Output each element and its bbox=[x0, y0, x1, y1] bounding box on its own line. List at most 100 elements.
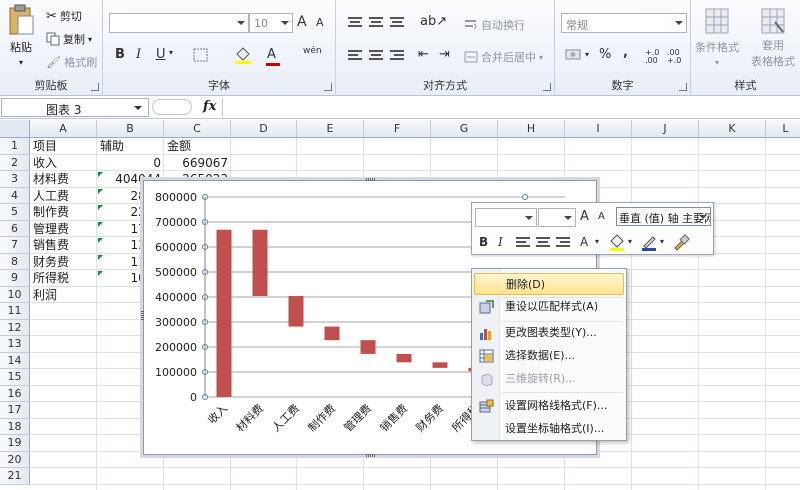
comma-button[interactable]: , bbox=[623, 45, 628, 60]
conditional-format-button[interactable]: 条件格式 ▾ bbox=[695, 6, 739, 67]
cell-a10[interactable]: 利润 bbox=[33, 287, 94, 304]
mini-font-color-button[interactable]: A bbox=[580, 235, 588, 249]
chevron-down-icon[interactable] bbox=[134, 106, 142, 110]
column-header-d[interactable]: D bbox=[231, 120, 297, 138]
row-header-3[interactable]: 3 bbox=[0, 171, 30, 188]
font-size-combo[interactable]: 10 bbox=[249, 13, 293, 33]
menu-item-change-chart-type[interactable]: 更改图表类型(Y)... bbox=[474, 322, 624, 344]
column-header-g[interactable]: G bbox=[431, 120, 498, 138]
row-header-1[interactable]: 1 bbox=[0, 138, 30, 155]
cell-a3[interactable]: 材料费 bbox=[33, 171, 94, 188]
number-format-combo[interactable]: 常规 bbox=[561, 13, 687, 33]
row-header-17[interactable]: 17 bbox=[0, 402, 30, 419]
italic-button[interactable]: I bbox=[136, 47, 141, 62]
row-header-19[interactable]: 19 bbox=[0, 435, 30, 452]
column-header-a[interactable]: A bbox=[30, 120, 97, 138]
row-header-20[interactable]: 20 bbox=[0, 451, 30, 468]
row-header-14[interactable]: 14 bbox=[0, 352, 30, 369]
align-top-icon[interactable] bbox=[348, 17, 362, 29]
phonetic-button[interactable]: wén bbox=[303, 46, 322, 56]
column-header-h[interactable]: H bbox=[498, 120, 565, 138]
column-header-l[interactable]: L bbox=[766, 120, 800, 138]
shrink-font-button[interactable]: A bbox=[316, 16, 324, 29]
increase-indent-icon[interactable]: ⇥ bbox=[439, 47, 450, 62]
decrease-indent-icon[interactable]: ⇤ bbox=[418, 47, 429, 62]
number-launcher-icon[interactable] bbox=[679, 83, 687, 91]
column-header-c[interactable]: C bbox=[164, 120, 231, 138]
row-header-8[interactable]: 8 bbox=[0, 253, 30, 270]
cell-b2[interactable]: 0 bbox=[100, 155, 161, 172]
clipboard-launcher-icon[interactable] bbox=[91, 83, 99, 91]
mini-outline-icon[interactable] bbox=[640, 234, 658, 251]
merge-center-button[interactable]: 合并后居中 ▾ bbox=[464, 49, 543, 65]
row-header-2[interactable]: 2 bbox=[0, 154, 30, 171]
align-right-icon[interactable] bbox=[390, 50, 404, 62]
row-header-6[interactable]: 6 bbox=[0, 220, 30, 237]
cell-a1[interactable]: 项目 bbox=[33, 138, 94, 155]
mini-font-name-combo[interactable] bbox=[475, 208, 537, 227]
mini-align-left-icon[interactable] bbox=[516, 237, 530, 249]
increase-decimal-button[interactable]: +.0 .00 bbox=[645, 49, 665, 65]
font-launcher-icon[interactable] bbox=[324, 83, 332, 91]
bold-button[interactable]: B bbox=[115, 47, 125, 62]
mini-font-size-combo[interactable] bbox=[538, 208, 576, 227]
align-bottom-icon[interactable] bbox=[390, 17, 404, 29]
column-header-j[interactable]: J bbox=[632, 120, 699, 138]
format-as-table-button[interactable]: 套用 表格格式 bbox=[751, 6, 795, 68]
column-header-f[interactable]: F bbox=[364, 120, 431, 138]
row-header-7[interactable]: 7 bbox=[0, 237, 30, 254]
cell-a8[interactable]: 财务费 bbox=[33, 254, 94, 271]
currency-dropdown-icon[interactable]: ▾ bbox=[585, 50, 589, 59]
row-header-9[interactable]: 9 bbox=[0, 270, 30, 287]
formula-input[interactable] bbox=[222, 98, 800, 117]
name-box[interactable]: 图表 3 bbox=[1, 98, 149, 117]
formula-bar-splitter[interactable] bbox=[152, 99, 192, 115]
cell-b1[interactable]: 辅助 bbox=[100, 138, 161, 155]
alignment-launcher-icon[interactable] bbox=[543, 83, 551, 91]
orientation-icon[interactable]: ab↗ bbox=[420, 14, 447, 29]
mini-italic-button[interactable]: I bbox=[498, 235, 503, 249]
cell-a5[interactable]: 制作费 bbox=[33, 204, 94, 221]
align-middle-icon[interactable] bbox=[369, 17, 383, 29]
currency-icon[interactable] bbox=[565, 47, 583, 63]
row-header-10[interactable]: 10 bbox=[0, 286, 30, 303]
font-name-combo[interactable] bbox=[109, 13, 249, 33]
row-header-21[interactable]: 21 bbox=[0, 468, 30, 485]
row-header-13[interactable]: 13 bbox=[0, 336, 30, 353]
underline-button[interactable]: U bbox=[156, 47, 166, 62]
decrease-decimal-button[interactable]: .00 +.0 bbox=[667, 49, 687, 65]
cut-button[interactable]: ✂ 剪切 bbox=[46, 8, 82, 24]
mini-shrink-font-button[interactable]: A bbox=[598, 211, 605, 222]
select-all-corner[interactable] bbox=[0, 120, 30, 138]
copy-button[interactable]: 复制 ▾ bbox=[46, 31, 92, 47]
mini-fill-icon[interactable] bbox=[608, 234, 626, 251]
align-center-icon[interactable] bbox=[369, 50, 383, 62]
menu-item-format-gridlines[interactable]: 设置网格线格式(F)... bbox=[474, 395, 624, 417]
cell-a7[interactable]: 销售费 bbox=[33, 237, 94, 254]
mini-font-color-dropdown-icon[interactable]: ▾ bbox=[595, 237, 599, 246]
mini-bold-button[interactable]: B bbox=[479, 235, 488, 249]
percent-button[interactable]: % bbox=[599, 47, 611, 62]
cell-c2[interactable]: 669067 bbox=[167, 155, 228, 172]
menu-item-select-data[interactable]: 选择数据(E)... bbox=[474, 345, 624, 367]
row-header-18[interactable]: 18 bbox=[0, 418, 30, 435]
cell-a6[interactable]: 管理费 bbox=[33, 221, 94, 238]
column-header-b[interactable]: B bbox=[97, 120, 164, 138]
border-icon[interactable] bbox=[193, 48, 209, 62]
align-left-icon[interactable] bbox=[348, 50, 362, 62]
menu-item-3d-rotation[interactable]: 三维旋转(R)... bbox=[474, 368, 624, 390]
wrap-text-button[interactable]: 自动换行 bbox=[464, 17, 525, 33]
font-color-button[interactable]: A bbox=[267, 47, 276, 62]
cell-a4[interactable]: 人工费 bbox=[33, 188, 94, 205]
mini-fill-dropdown-icon[interactable]: ▾ bbox=[628, 237, 632, 246]
column-header-k[interactable]: K bbox=[699, 120, 766, 138]
mini-format-painter-icon[interactable] bbox=[672, 234, 690, 251]
cell-a2[interactable]: 收入 bbox=[33, 155, 94, 172]
fill-color-icon[interactable] bbox=[233, 46, 253, 64]
menu-item-format-axis[interactable]: 设置坐标轴格式(I)... bbox=[474, 418, 624, 440]
row-header-5[interactable]: 5 bbox=[0, 204, 30, 221]
grow-font-button[interactable]: A bbox=[297, 14, 307, 30]
column-header-e[interactable]: E bbox=[297, 120, 364, 138]
mini-align-right-icon[interactable] bbox=[556, 237, 570, 249]
row-header-12[interactable]: 12 bbox=[0, 319, 30, 336]
